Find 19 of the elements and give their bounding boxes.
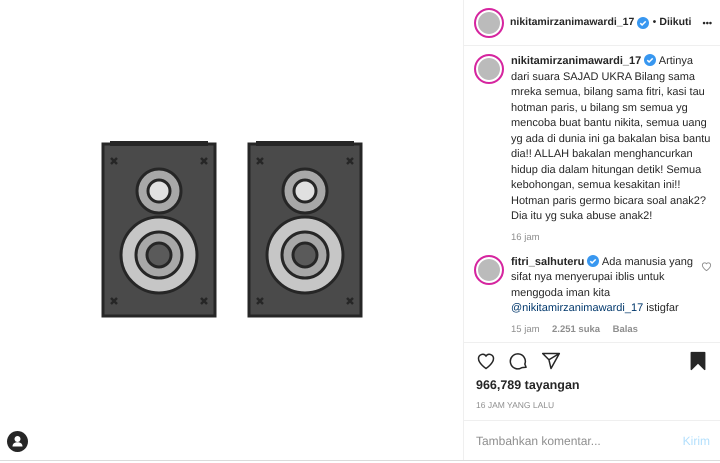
user-icon[interactable] (7, 431, 28, 452)
comment-time: 15 jam (511, 322, 540, 337)
more-options-button[interactable]: ••• (702, 16, 712, 30)
avatar[interactable] (474, 254, 504, 285)
avatar[interactable] (474, 8, 504, 38)
comment-icon[interactable] (508, 350, 528, 370)
comment-time: 16 jam (511, 230, 540, 244)
mention-link[interactable]: @nikitamirzanimawardi_17 (511, 302, 644, 314)
view-count: 966,789 tayangan (476, 376, 581, 394)
bookmark-icon[interactable] (688, 350, 708, 370)
comment-text: nikitamirzanimawardi_17 Artinya dari suara SAJAD UKRA Bilang sama mreka semua, bilang sama fitri, kasi tau hotman paris, u bilang sm semua yg mencoba buat bantu nikita, semua uang yg ada di dunia ini ga bakalan bisa bantu dia!! ALLAH bakalan menghancurkan hidup dia dalam hitungan detik! Semua kebohongan, semua kesakitan ini!! Hotman paris germo bicara soal anak2? Dia itu yg suka abuse anak2! (511, 54, 712, 224)
send-icon[interactable] (541, 350, 561, 370)
follow-status-button[interactable]: Diikuti (659, 14, 692, 30)
comment-text: fitri_salhuteru Ada manusia yang sifat nya menyerupai iblis untuk menggoda iman kita @nikitamirzanimawardi_17 istigfar (511, 254, 694, 316)
separator-dot: • (652, 14, 656, 30)
heart-icon[interactable] (476, 350, 496, 370)
username-link[interactable]: nikitamirzanimawardi_17 (510, 14, 634, 30)
post-time: 16 JAM YANG LALU (476, 399, 556, 412)
avatar[interactable] (474, 54, 504, 84)
